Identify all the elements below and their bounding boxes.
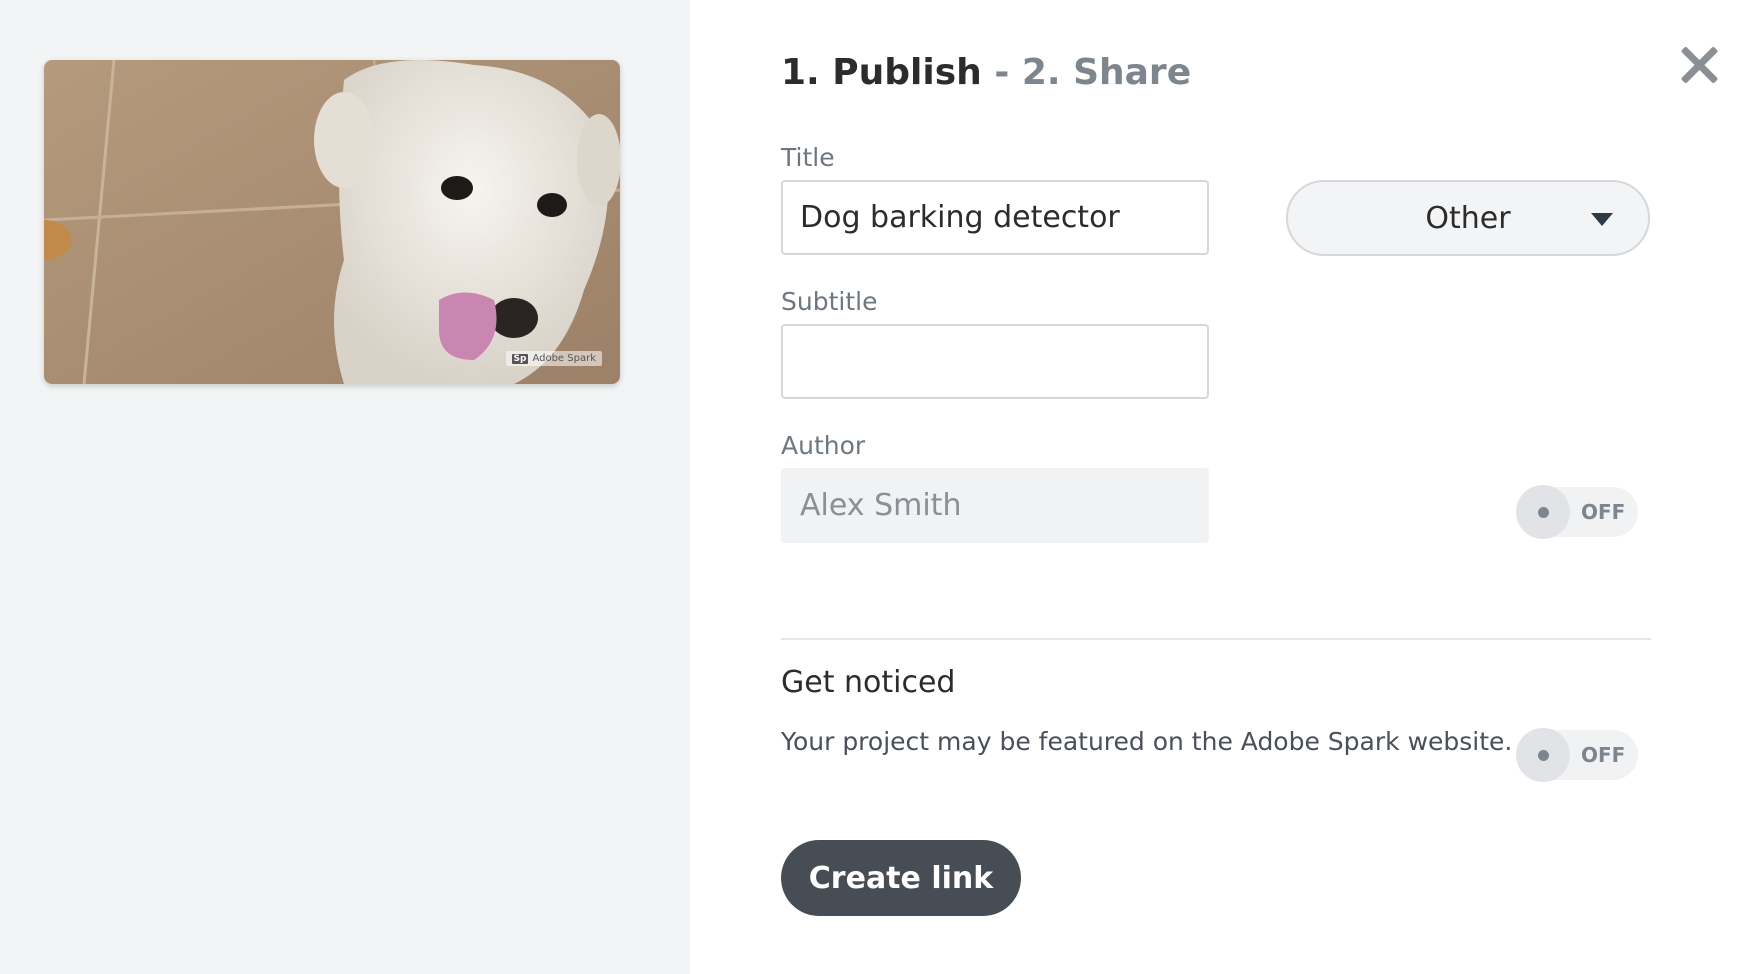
category-dropdown[interactable]: Other [1286,180,1650,256]
spark-logo-icon: Sp [511,353,529,364]
category-value: Other [1425,200,1511,236]
get-noticed-title: Get noticed [781,665,956,700]
step-publish: 1. Publish [781,52,982,93]
toggle-knob [1516,485,1570,539]
step-share[interactable]: 2. Share [1022,52,1191,93]
project-thumbnail: Sp Adobe Spark [44,60,620,384]
toggle-state: OFF [1581,743,1626,767]
subtitle-label: Subtitle [781,287,878,316]
step-separator: - [994,52,1010,93]
preview-panel: Sp Adobe Spark [0,0,690,974]
title-input[interactable]: Dog barking detector [781,180,1209,255]
section-divider [781,638,1651,640]
author-input[interactable]: Alex Smith [781,468,1209,543]
author-toggle[interactable]: OFF [1516,485,1638,539]
close-icon[interactable] [1677,42,1719,84]
toggle-state: OFF [1581,500,1626,524]
create-link-button[interactable]: Create link [781,840,1021,916]
page-title: 1. Publish - 2. Share [781,52,1191,93]
get-noticed-description: Your project may be featured on the Adob… [781,727,1513,756]
chevron-down-icon [1591,213,1613,226]
get-noticed-toggle[interactable]: OFF [1516,728,1638,782]
toggle-knob [1516,728,1570,782]
title-label: Title [781,143,835,172]
watermark-text: Adobe Spark [532,353,596,364]
subtitle-input[interactable] [781,324,1209,399]
dog-photo [44,60,620,384]
adobe-spark-watermark: Sp Adobe Spark [505,351,602,366]
author-label: Author [781,431,866,460]
